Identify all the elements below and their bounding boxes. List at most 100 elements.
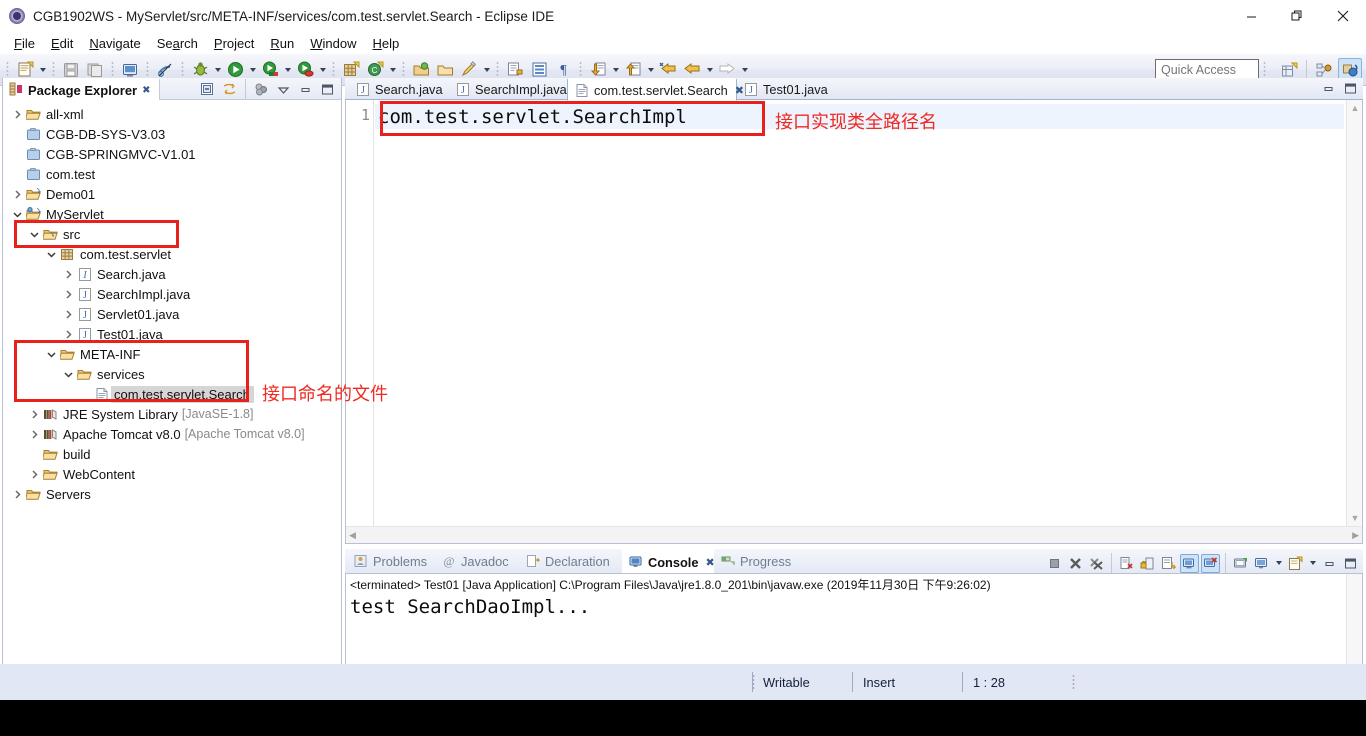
quick-access-input[interactable] xyxy=(1155,59,1259,80)
editor-tab-com-test-servlet-search[interactable]: com.test.servlet.Search ✖ xyxy=(567,78,744,101)
editor-content[interactable]: com.test.servlet.SearchImpl xyxy=(378,106,687,128)
tree-item-com-test[interactable]: com.test xyxy=(3,164,341,184)
editor-horizontal-scrollbar[interactable]: ◀ ▶ xyxy=(346,526,1362,543)
tree-item-webcontent[interactable]: WebContent xyxy=(3,464,341,484)
tree-item-searchimpl-java[interactable]: J SearchImpl.java xyxy=(3,284,341,304)
tree-item-cgb-springmvc-v1-01[interactable]: CGB-SPRINGMVC-V1.01 xyxy=(3,144,341,164)
chevron-down-icon[interactable] xyxy=(43,344,59,364)
display-console-dropdown-icon[interactable] xyxy=(1273,551,1284,575)
scroll-right-icon[interactable]: ▶ xyxy=(1352,530,1359,541)
tree-item-com-test-servlet[interactable]: com.test.servlet xyxy=(3,244,341,264)
console-tab-declaration[interactable]: Declaration xyxy=(519,549,622,573)
toolbar-grip-8[interactable] xyxy=(496,60,499,79)
view-menu-filter-icon[interactable] xyxy=(252,80,271,99)
tree-item-test01-java[interactable]: J Test01.java xyxy=(3,324,341,344)
toolbar-grip-7[interactable] xyxy=(402,60,405,79)
link-with-editor-icon[interactable] xyxy=(220,80,239,99)
chevron-right-icon[interactable] xyxy=(9,104,25,124)
console-tab-console[interactable]: Console ✖ xyxy=(622,549,715,573)
chevron-right-icon[interactable] xyxy=(26,424,42,444)
menu-help[interactable]: Help xyxy=(364,34,407,53)
menu-navigate[interactable]: Navigate xyxy=(81,34,148,53)
chevron-down-icon[interactable] xyxy=(9,204,25,224)
toolbar-grip-9[interactable] xyxy=(579,60,582,79)
maximize-button[interactable] xyxy=(1274,0,1320,32)
editor-maximize-icon[interactable] xyxy=(1341,79,1360,98)
editor-vertical-scrollbar[interactable]: ▲ ▼ xyxy=(1346,100,1362,526)
tree-item-jre-system-library[interactable]: JRE System Library [JavaSE-1.8] xyxy=(3,404,341,424)
clear-console-icon[interactable] xyxy=(1117,554,1136,573)
maximize-icon[interactable] xyxy=(318,80,337,99)
scroll-left-icon[interactable]: ◀ xyxy=(349,530,356,541)
minimize-icon[interactable] xyxy=(296,80,315,99)
menu-window[interactable]: Window xyxy=(302,34,364,53)
collapse-all-icon[interactable] xyxy=(198,80,217,99)
chevron-right-icon[interactable] xyxy=(9,184,25,204)
tab-package-explorer[interactable]: Package Explorer ✖ xyxy=(3,78,160,100)
editor-tab-searchimpl-java[interactable]: J SearchImpl.java xyxy=(449,78,567,100)
open-console-icon[interactable] xyxy=(1286,554,1305,573)
editor-tab-test01-java[interactable]: J Test01.java xyxy=(737,78,834,100)
editor-tab-search-java[interactable]: J Search.java xyxy=(349,78,449,100)
tree-item-src[interactable]: src xyxy=(3,224,341,244)
open-console-dropdown-icon[interactable] xyxy=(1307,551,1318,575)
tree-item-build[interactable]: build xyxy=(3,444,341,464)
chevron-right-icon[interactable] xyxy=(60,284,76,304)
toolbar-grip-5[interactable] xyxy=(181,60,184,79)
chevron-down-icon[interactable] xyxy=(60,364,76,384)
tree-item-apache-tomcat-v8-0[interactable]: Apache Tomcat v8.0 [Apache Tomcat v8.0] xyxy=(3,424,341,444)
chevron-right-icon[interactable] xyxy=(9,484,25,504)
chevron-right-icon[interactable] xyxy=(60,304,76,324)
toolbar-grip-2[interactable] xyxy=(52,60,55,79)
toolbar-grip-3[interactable] xyxy=(111,60,114,79)
chevron-right-icon[interactable] xyxy=(26,464,42,484)
console-maximize-icon[interactable] xyxy=(1341,554,1360,573)
tree-item-meta-inf[interactable]: META-INF xyxy=(3,344,341,364)
show-console-on-output-icon[interactable] xyxy=(1180,553,1199,573)
tree-item-servlet01-java[interactable]: J Servlet01.java xyxy=(3,304,341,324)
tree-item-servers[interactable]: Servers xyxy=(3,484,341,504)
tree-item-search-java[interactable]: I Search.java xyxy=(3,264,341,284)
remove-launch-icon[interactable] xyxy=(1066,554,1085,573)
scroll-lock-icon[interactable] xyxy=(1138,554,1157,573)
console-tab-progress[interactable]: Progress xyxy=(714,549,806,573)
chevron-right-icon[interactable] xyxy=(60,324,76,344)
console-minimize-icon[interactable] xyxy=(1320,554,1339,573)
menu-search[interactable]: Search xyxy=(149,34,206,53)
chevron-down-icon[interactable] xyxy=(26,224,42,244)
minimize-button[interactable] xyxy=(1228,0,1274,32)
menu-file[interactable]: File xyxy=(6,34,43,53)
scroll-down-icon[interactable]: ▼ xyxy=(1347,510,1363,526)
toolbar-grip-4[interactable] xyxy=(146,60,149,79)
editor-tab-close-icon[interactable]: ✖ xyxy=(735,84,744,97)
editor-tab-row: J Test01.java com.test.servlet.Search ✖ J Sea… xyxy=(345,78,1363,101)
display-selected-console-icon[interactable] xyxy=(1252,554,1271,573)
tree-item-myservlet[interactable]: MyServlet xyxy=(3,204,341,224)
tree-item-cgb-db-sys-v3-03[interactable]: CGB-DB-SYS-V3.03 xyxy=(3,124,341,144)
show-console-on-error-icon[interactable] xyxy=(1201,553,1220,573)
console-tab-problems[interactable]: Problems xyxy=(347,549,435,573)
menu-run[interactable]: Run xyxy=(262,34,302,53)
chevron-right-icon[interactable] xyxy=(60,264,76,284)
editor-minimize-icon[interactable] xyxy=(1319,79,1338,98)
view-menu-icon[interactable] xyxy=(274,80,293,99)
chevron-down-icon[interactable] xyxy=(43,244,59,264)
close-button[interactable] xyxy=(1320,0,1366,32)
terminate-icon[interactable] xyxy=(1045,554,1064,573)
pin-console-icon[interactable] xyxy=(1231,554,1250,573)
menu-project[interactable]: Project xyxy=(206,34,262,53)
menu-edit[interactable]: Edit xyxy=(43,34,81,53)
remove-all-terminated-icon[interactable] xyxy=(1087,554,1106,573)
toolbar-grip[interactable] xyxy=(6,60,9,79)
console-tab-close-icon[interactable]: ✖ xyxy=(705,556,714,569)
toolbar-grip-6[interactable] xyxy=(332,60,335,79)
tree-item-all-xml[interactable]: all-xml xyxy=(3,104,341,124)
scroll-up-icon[interactable]: ▲ xyxy=(1347,100,1363,116)
package-explorer-close-icon[interactable]: ✖ xyxy=(142,85,150,96)
chevron-right-icon[interactable] xyxy=(26,404,42,424)
quick-access-grip[interactable] xyxy=(1263,60,1266,79)
console-tab-javadoc[interactable]: @ Javadoc xyxy=(435,549,519,573)
word-wrap-icon[interactable] xyxy=(1159,554,1178,573)
tree-item-demo01[interactable]: Demo01 xyxy=(3,184,341,204)
editor-body[interactable]: 1 com.test.servlet.SearchImpl ▲ ▼ ◀ ▶ xyxy=(345,100,1363,544)
